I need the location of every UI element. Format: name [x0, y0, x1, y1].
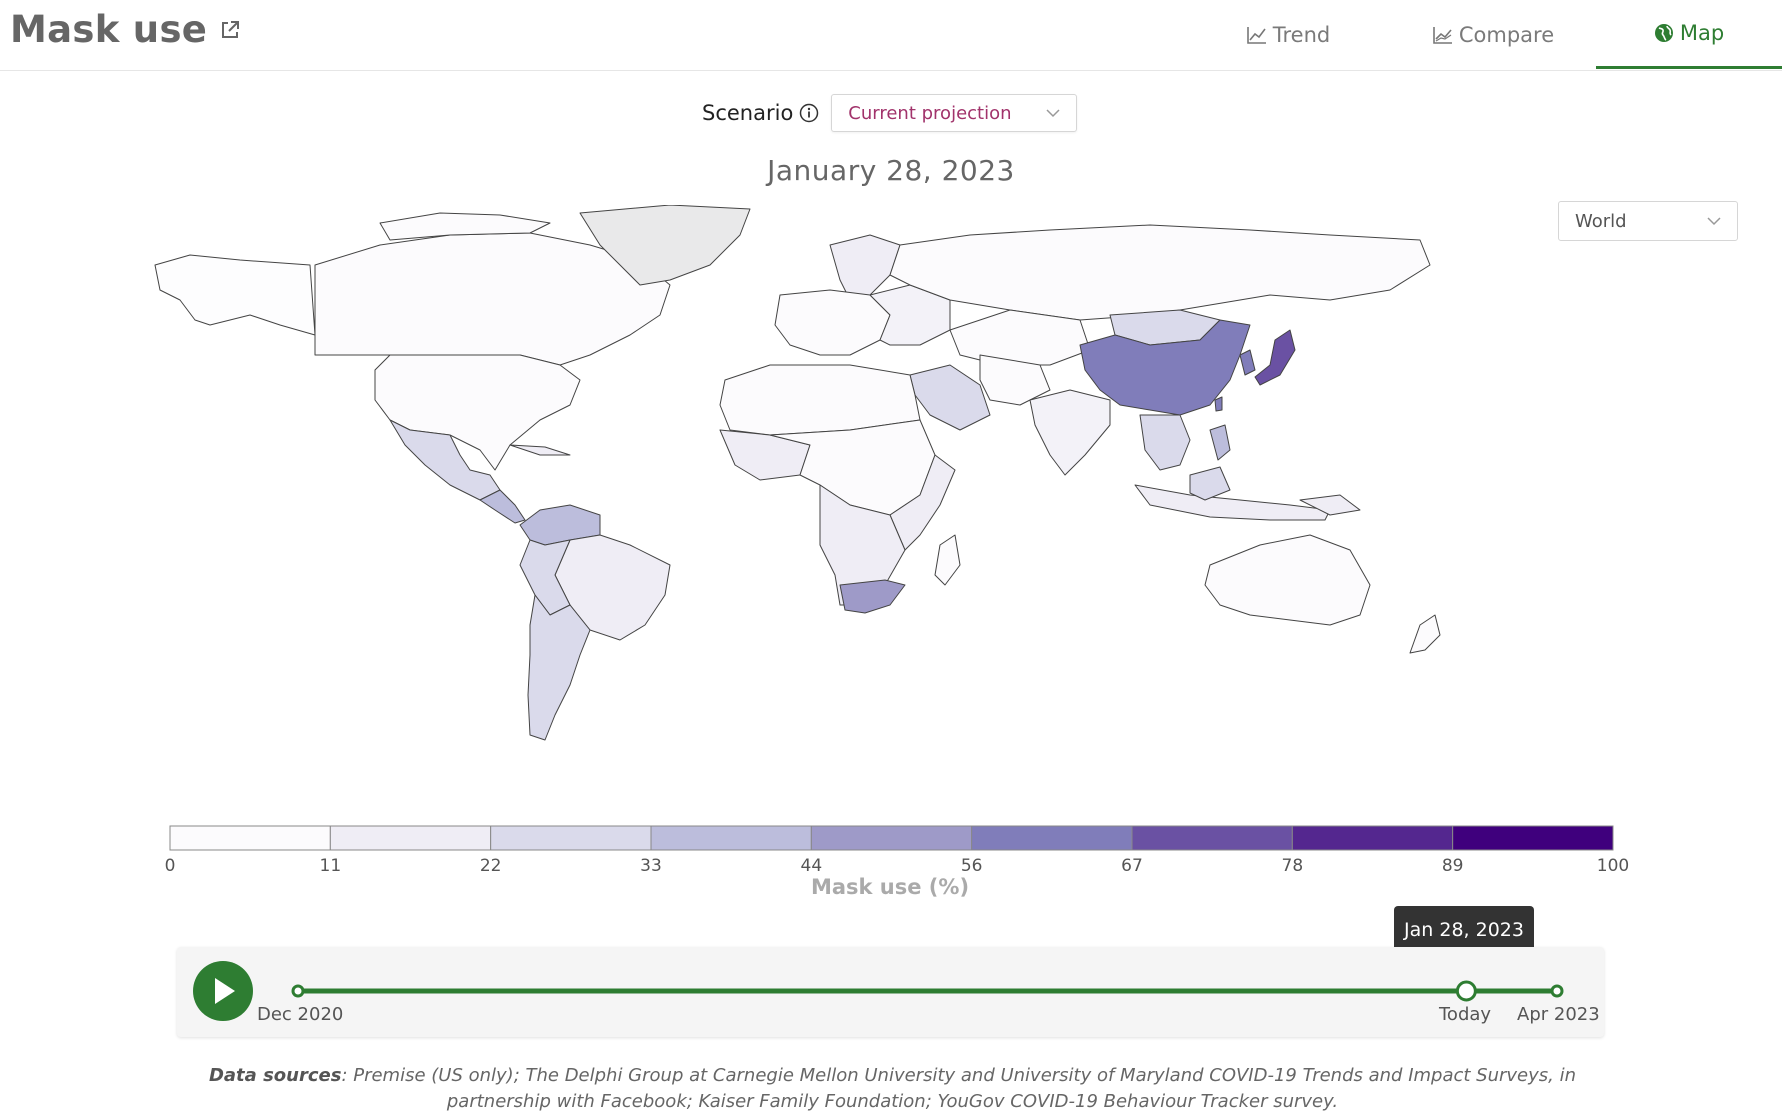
globe-icon [1654, 24, 1673, 42]
tab-trend[interactable]: Trend [1186, 0, 1391, 69]
legend-swatch [1131, 825, 1293, 851]
region-australia [1204, 534, 1371, 626]
region-new-zealand [1409, 614, 1441, 654]
legend-tick-label: 78 [1282, 856, 1304, 876]
scenario-selected-value: Current projection [848, 102, 1012, 124]
legend-tick-label: 56 [961, 856, 983, 876]
region-southeast-asia [1139, 414, 1191, 471]
compare-chart-icon [1433, 26, 1452, 44]
timeline-handle[interactable] [1455, 980, 1477, 1002]
region-western-europe [774, 289, 891, 356]
region-central-asia [949, 309, 1091, 366]
region-taiwan [1214, 396, 1223, 412]
timeline-control: Dec 2020 Today Apr 2023 [177, 947, 1604, 1037]
timeline-end-dot [1550, 984, 1564, 998]
timeline-start-dot [291, 984, 305, 998]
header: Mask use Trend Compare Map [0, 0, 1782, 71]
world-map[interactable] [150, 205, 1640, 795]
timeline-track[interactable] [177, 947, 1604, 1037]
tab-trend-label: Trend [1272, 22, 1331, 47]
region-caribbean [509, 444, 571, 456]
region-india [1029, 389, 1111, 476]
region-borneo [1189, 466, 1231, 501]
timeline-today-label: Today [1439, 1004, 1492, 1025]
scenario-select[interactable]: Current projection [831, 94, 1078, 132]
region-korea [1239, 349, 1256, 376]
line-chart-icon [1246, 26, 1266, 44]
map-date-title: January 28, 2023 [767, 154, 1015, 187]
legend-tick-label: 44 [801, 856, 823, 876]
legend-tick-label: 100 [1597, 856, 1629, 876]
legend-ticks: 0 11 22 33 44 56 67 78 89 100 [165, 856, 1630, 876]
legend-swatches [169, 825, 1614, 851]
region-alaska [154, 254, 316, 336]
region-south-africa [839, 579, 906, 614]
scenario-control: Scenario Current projection [702, 94, 1078, 132]
timeline-start-label: Dec 2020 [257, 1004, 344, 1025]
region-russia [889, 224, 1431, 321]
info-icon[interactable] [799, 103, 819, 123]
legend-tick-label: 67 [1121, 856, 1143, 876]
legend-tick-label: 22 [480, 856, 502, 876]
legend-swatch [650, 825, 812, 851]
title-wrap: Mask use [10, 8, 241, 51]
legend-swatch [810, 825, 973, 851]
region-japan [1254, 329, 1296, 386]
legend-swatch [490, 825, 652, 851]
region-madagascar [934, 534, 961, 586]
view-tabs: Trend Compare Map [1186, 0, 1782, 70]
chevron-down-icon [1707, 216, 1721, 225]
external-link-icon[interactable] [219, 19, 241, 41]
legend-swatch [971, 825, 1133, 851]
tab-compare[interactable]: Compare [1391, 0, 1596, 69]
page-title: Mask use [10, 8, 208, 51]
region-indonesia [1134, 484, 1331, 521]
legend-swatch [1452, 825, 1614, 851]
legend-tick-label: 33 [640, 856, 662, 876]
chevron-down-icon [1046, 108, 1060, 117]
legend-tick-label: 11 [320, 856, 342, 876]
sources-label: Data sources [208, 1065, 342, 1086]
region-philippines [1209, 424, 1231, 461]
color-legend: 0 11 22 33 44 56 67 78 89 100 Mask use (%) [165, 825, 1630, 899]
legend-swatch [1291, 825, 1454, 851]
region-saudi-arabia [909, 364, 991, 431]
legend-title: Mask use (%) [811, 875, 969, 899]
legend-tick-label: 89 [1442, 856, 1464, 876]
timeline-end-label: Apr 2023 [1517, 1004, 1600, 1025]
legend-swatch [169, 825, 331, 851]
tab-map[interactable]: Map [1596, 0, 1782, 69]
scenario-label: Scenario [702, 101, 794, 125]
tab-compare-label: Compare [1458, 22, 1555, 47]
tab-map-label: Map [1679, 21, 1725, 45]
legend-tick-label: 0 [165, 856, 176, 876]
legend-swatch [329, 825, 492, 851]
data-sources: Data sources: Premise (US only); The Del… [200, 1063, 1585, 1115]
sources-text: : Premise (US only); The Delphi Group at… [341, 1065, 1577, 1112]
